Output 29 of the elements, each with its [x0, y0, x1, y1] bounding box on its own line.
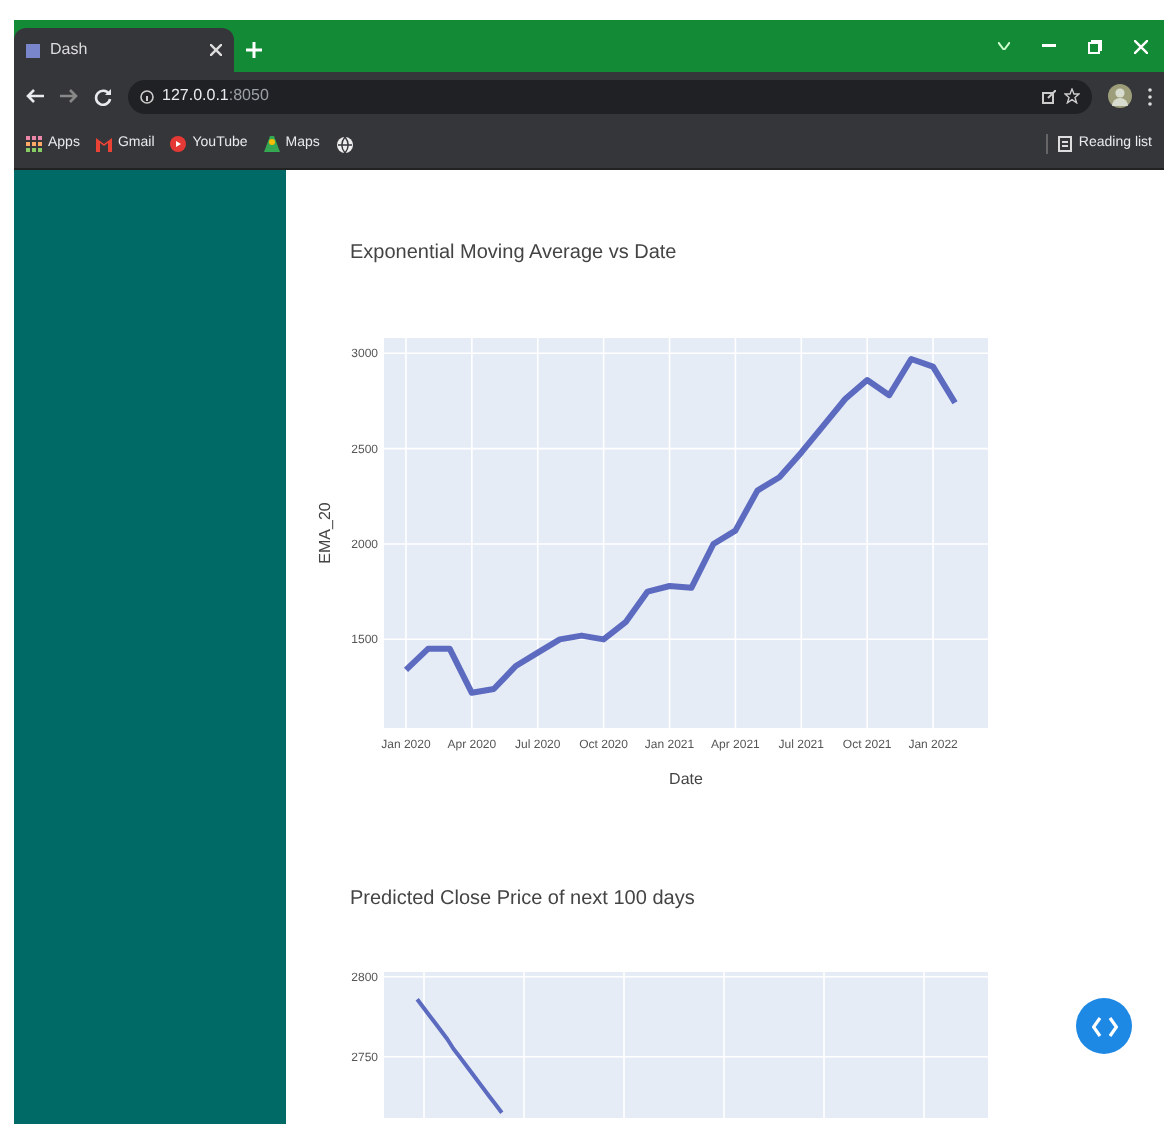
x-axis-title: Date [669, 770, 703, 788]
chevron-down-icon[interactable] [998, 42, 1010, 50]
restore-icon[interactable] [1088, 39, 1102, 53]
map-icon [263, 136, 280, 152]
mail-icon [95, 136, 112, 152]
list-icon [1058, 136, 1073, 152]
chart-title: Predicted Close Price of next 100 days [350, 886, 697, 914]
tab-title: Dash [50, 38, 90, 62]
code-toggle-button[interactable] [1076, 998, 1132, 1054]
play-icon [170, 136, 187, 152]
share-icon[interactable] [1042, 89, 1056, 103]
close-icon[interactable] [210, 44, 222, 56]
address-field[interactable]: 127.0.0.1:8050 [128, 79, 1092, 113]
browser-tab[interactable]: Dash [14, 28, 234, 72]
info-icon[interactable] [140, 89, 154, 103]
code-icon [1091, 1015, 1117, 1037]
back-icon[interactable] [26, 88, 44, 104]
new-tab-icon[interactable] [246, 42, 262, 58]
avatar-icon[interactable] [1108, 84, 1132, 108]
star-icon[interactable] [1064, 88, 1080, 104]
apps-grid-icon [26, 136, 42, 152]
page-icon [26, 43, 40, 57]
reload-icon[interactable] [94, 87, 112, 105]
chart-title: Exponential Moving Average vs Date [350, 240, 679, 268]
minimize-icon[interactable] [1042, 44, 1056, 48]
line-series [415, 998, 504, 1114]
globe-icon[interactable] [335, 135, 354, 153]
forward-icon[interactable] [60, 88, 78, 104]
y-axis-title: EMA_20 [316, 502, 334, 564]
